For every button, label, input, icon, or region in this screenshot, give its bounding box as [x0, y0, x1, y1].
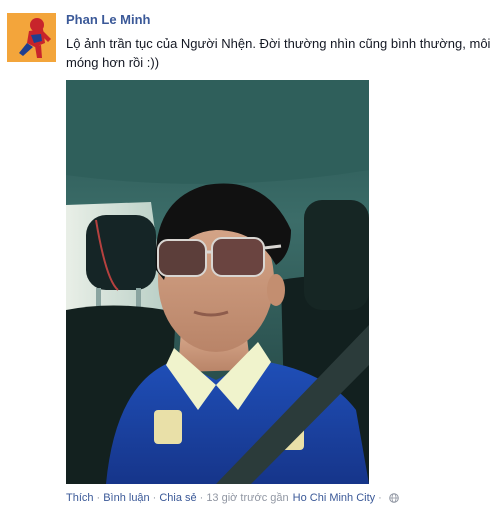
share-link[interactable]: Chia sẻ	[159, 492, 196, 504]
comment-link[interactable]: Bình luận	[103, 492, 149, 504]
separator: ·	[199, 492, 204, 504]
globe-icon[interactable]	[389, 493, 399, 503]
selfie-in-car-photo[interactable]	[66, 80, 369, 484]
author-avatar[interactable]	[7, 13, 56, 62]
post-status-text: Lộ ảnh trần tục của Người Nhện. Đời thườ…	[66, 36, 491, 70]
feed-post: Phan Le Minh Lộ ảnh trần tục của Người N…	[0, 0, 500, 510]
separator: ·	[378, 492, 382, 504]
separator: ·	[152, 492, 157, 504]
author-name-link[interactable]: Phan Le Minh	[66, 12, 151, 27]
post-footer: Thích · Bình luận · Chia sẻ · 13 giờ trư…	[66, 492, 399, 504]
spiderman-avatar-icon	[7, 13, 56, 62]
like-link[interactable]: Thích	[66, 492, 94, 504]
post-timestamp[interactable]: 13 giờ trước gần	[206, 492, 288, 504]
location-link[interactable]: Ho Chi Minh City	[293, 492, 376, 504]
separator: ·	[96, 492, 101, 504]
